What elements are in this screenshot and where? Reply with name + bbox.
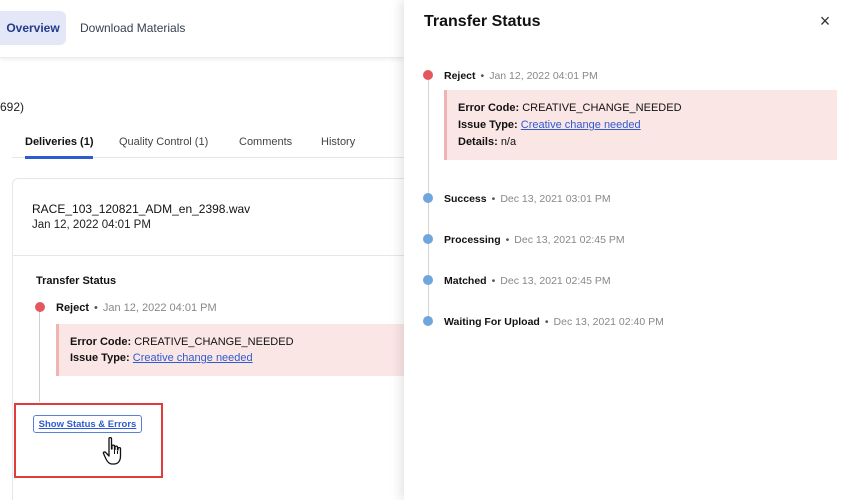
- error-code-line: Error Code: CREATIVE_CHANGE_NEEDED: [70, 334, 404, 350]
- delivery-subtabs: Deliveries (1) Quality Control (1) Comme…: [12, 136, 404, 159]
- status-dot-success: [423, 193, 433, 203]
- status-label: Reject: [56, 302, 90, 314]
- status-time: Dec 13, 2021 02:40 PM: [553, 316, 664, 328]
- status-dot-waiting: [423, 316, 433, 326]
- error-code-label: Error Code:: [70, 336, 132, 348]
- status-time: Dec 13, 2021 02:45 PM: [514, 234, 625, 246]
- delivery-date: Jan 12, 2022 04:01 PM: [32, 219, 151, 231]
- status-label: Processing: [444, 234, 501, 246]
- status-separator: •: [94, 302, 98, 314]
- status-time: Jan 12, 2022 04:01 PM: [102, 302, 217, 314]
- tab-deliveries[interactable]: Deliveries (1): [25, 136, 94, 159]
- status-dot-reject: [35, 302, 45, 312]
- issue-type-link[interactable]: Creative change needed: [133, 352, 253, 364]
- timeline-event: Processing • Dec 13, 2021 02:45 PM: [444, 234, 625, 246]
- timeline-event: Waiting For Upload • Dec 13, 2021 02:40 PM: [444, 316, 664, 328]
- status-time: Dec 13, 2021 02:45 PM: [500, 275, 611, 287]
- error-code-label: Error Code:: [458, 102, 520, 114]
- show-status-errors-button[interactable]: Show Status & Errors: [33, 415, 142, 433]
- transfer-status-panel: Transfer Status × Reject • Jan 12, 2022 04…: [404, 0, 850, 500]
- timeline-event: Matched • Dec 13, 2021 02:45 PM: [444, 275, 611, 287]
- issue-type-line: Issue Type: Creative change needed: [70, 350, 404, 366]
- timeline-event: Success • Dec 13, 2021 03:01 PM: [444, 193, 611, 205]
- item-count-fragment: 692): [0, 100, 25, 114]
- mini-timeline-line: [39, 310, 40, 402]
- issue-type-line: Issue Type: Creative change needed: [458, 117, 837, 134]
- status-separator: •: [491, 275, 496, 287]
- error-details-box: Error Code: CREATIVE_CHANGE_NEEDED Issue…: [444, 90, 837, 160]
- tab-quality-control[interactable]: Quality Control (1): [119, 136, 208, 157]
- error-code-value: CREATIVE_CHANGE_NEEDED: [522, 102, 682, 114]
- delivery-filename: RACE_103_120821_ADM_en_2398.wav: [32, 202, 251, 216]
- error-code-value: CREATIVE_CHANGE_NEEDED: [134, 336, 294, 348]
- close-icon[interactable]: ×: [816, 12, 834, 30]
- card-divider: [13, 255, 404, 256]
- card-transfer-status-title: Transfer Status: [36, 275, 117, 287]
- status-time: Jan 12, 2022 04:01 PM: [489, 70, 598, 82]
- panel-title: Transfer Status: [424, 13, 541, 30]
- status-separator: •: [505, 234, 510, 246]
- mini-latest-status: Reject • Jan 12, 2022 04:01 PM: [56, 302, 217, 314]
- issue-type-label: Issue Type:: [70, 352, 130, 364]
- status-dot-reject: [423, 70, 433, 80]
- details-value: n/a: [500, 136, 517, 148]
- error-code-line: Error Code: CREATIVE_CHANGE_NEEDED: [458, 100, 837, 117]
- details-label: Details:: [458, 136, 498, 148]
- status-label: Success: [444, 193, 487, 205]
- hand-pointer-icon: [102, 436, 122, 465]
- status-separator: •: [544, 316, 549, 328]
- status-label: Waiting For Upload: [444, 316, 540, 328]
- tab-comments[interactable]: Comments: [239, 136, 292, 157]
- tab-history[interactable]: History: [321, 136, 355, 157]
- status-time: Dec 13, 2021 03:01 PM: [500, 193, 611, 205]
- issue-type-label: Issue Type:: [458, 119, 518, 131]
- timeline-event: Reject • Jan 12, 2022 04:01 PM: [444, 70, 598, 82]
- status-separator: •: [491, 193, 496, 205]
- status-dot-matched: [423, 275, 433, 285]
- issue-type-link[interactable]: Creative change needed: [521, 119, 641, 131]
- top-tab-bar: Overview Download Materials: [0, 0, 404, 58]
- details-line: Details: n/a: [458, 134, 837, 151]
- tab-download-materials[interactable]: Download Materials: [80, 11, 185, 45]
- tab-overview[interactable]: Overview: [0, 11, 66, 45]
- status-separator: •: [480, 70, 485, 82]
- mini-error-box: Error Code: CREATIVE_CHANGE_NEEDED Issue…: [56, 324, 404, 376]
- main-page: Overview Download Materials 692) Deliver…: [0, 0, 404, 500]
- status-label: Reject: [444, 70, 476, 82]
- status-label: Matched: [444, 275, 487, 287]
- status-dot-processing: [423, 234, 433, 244]
